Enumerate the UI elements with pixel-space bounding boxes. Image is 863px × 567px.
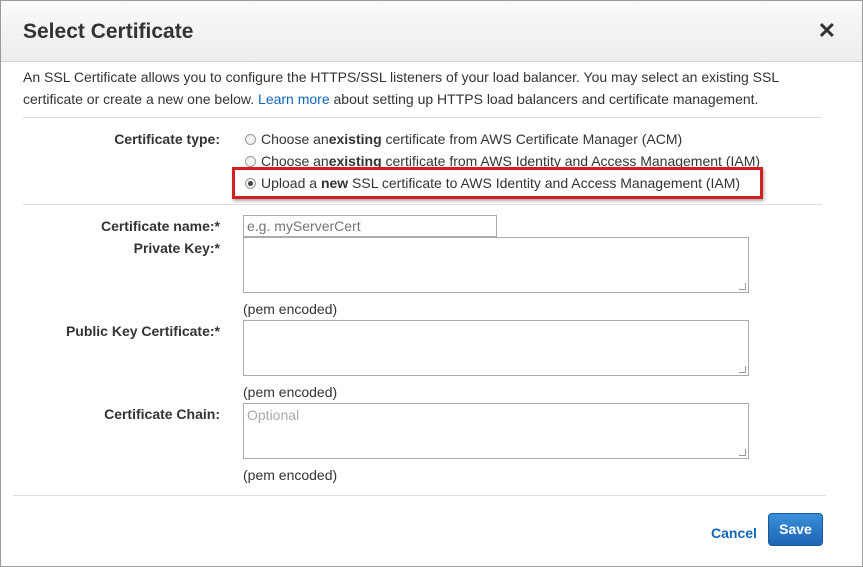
- certificate-name-input[interactable]: [243, 215, 497, 237]
- option-text: Choose an: [261, 131, 329, 147]
- certificate-type-label: Certificate type:: [114, 131, 220, 147]
- certificate-name-label: Certificate name:*: [100, 218, 220, 234]
- radio-button[interactable]: [245, 133, 256, 145]
- private-key-textarea[interactable]: [243, 237, 749, 293]
- cancel-button[interactable]: Cancel: [711, 525, 757, 541]
- close-icon[interactable]: ✕: [818, 19, 836, 43]
- dialog-title: Select Certificate: [23, 20, 194, 43]
- radio-button[interactable]: [245, 155, 256, 167]
- private-key-label: Private Key:*: [133, 240, 220, 256]
- certificate-chain-hint: (pem encoded): [243, 467, 338, 483]
- radio-option-acm[interactable]: Choose an existing certificate from AWS …: [245, 129, 682, 149]
- public-key-certificate-textarea[interactable]: [243, 320, 749, 376]
- dialog-header: Select Certificate ✕: [1, 1, 862, 62]
- divider: [23, 117, 822, 118]
- intro-text: An SSL Certificate allows you to configu…: [23, 66, 813, 110]
- save-button[interactable]: Save: [768, 513, 823, 546]
- public-key-certificate-label: Public Key Certificate:*: [65, 323, 220, 339]
- footer-divider: [13, 495, 826, 496]
- public-key-certificate-hint: (pem encoded): [243, 384, 338, 400]
- select-certificate-dialog: Select Certificate ✕ An SSL Certificate …: [0, 0, 863, 567]
- divider: [23, 204, 822, 205]
- learn-more-link[interactable]: Learn more: [258, 91, 330, 107]
- certificate-chain-label: Certificate Chain:: [104, 406, 220, 422]
- certificate-chain-placeholder: Optional: [247, 407, 300, 423]
- intro-text-after: about setting up HTTPS load balancers an…: [333, 91, 759, 107]
- certificate-chain-textarea[interactable]: Optional: [243, 403, 749, 459]
- highlight-box: [232, 167, 763, 199]
- option-text-bold: existing: [328, 131, 382, 147]
- option-text: certificate from AWS Certificate Manager…: [381, 131, 683, 147]
- private-key-hint: (pem encoded): [243, 301, 338, 317]
